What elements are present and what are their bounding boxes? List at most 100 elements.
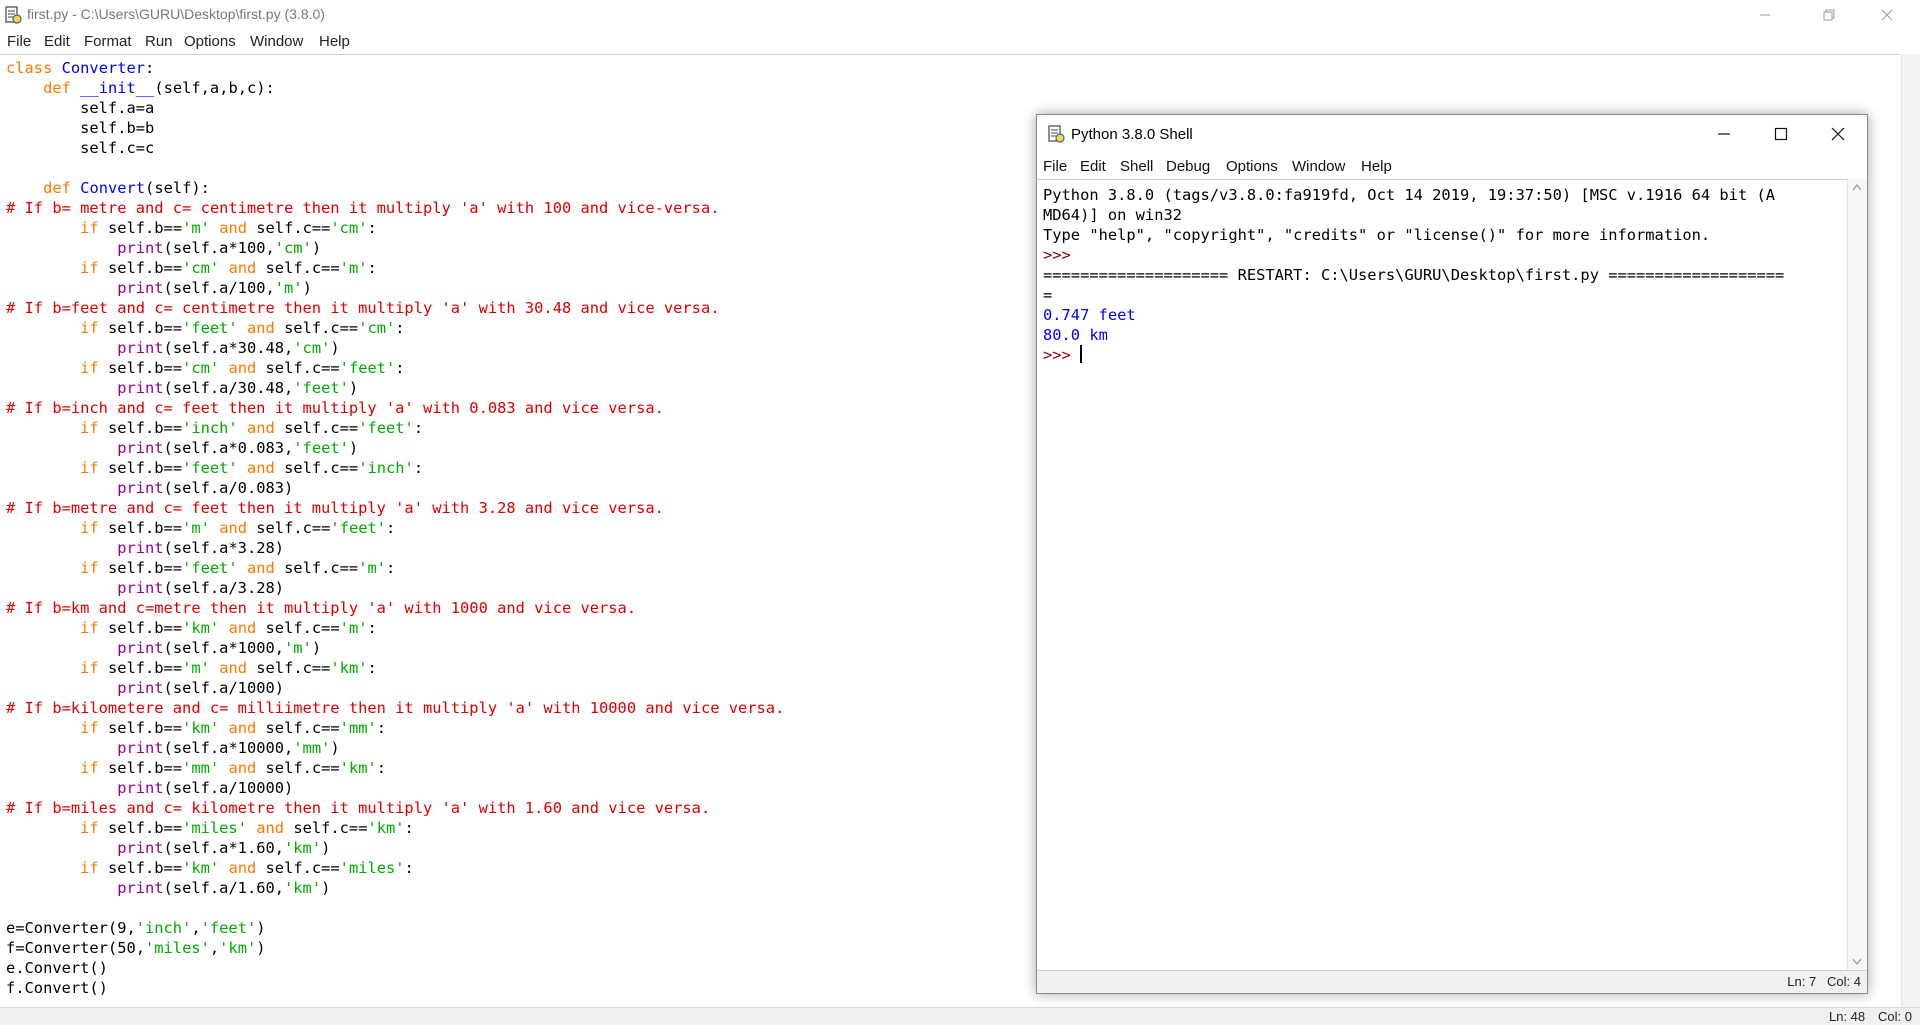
shell-line-number: Ln: 7 <box>1787 974 1817 989</box>
code-line[interactable]: # If b=metre and c= feet then it multipl… <box>6 499 664 517</box>
python-shell-window[interactable]: Python 3.8.0 Shell File Edit Shell Debug… <box>1036 114 1868 994</box>
close-button[interactable] <box>1864 0 1910 30</box>
code-line[interactable]: # If b=km and c=metre then it multiply '… <box>6 599 636 617</box>
code-line[interactable]: # If b= metre and c= centimetre then it … <box>6 199 719 217</box>
code-line[interactable]: print(self.a/30.48,'feet') <box>6 379 358 397</box>
code-line[interactable]: print(self.a*1000,'m') <box>6 639 321 657</box>
editor-window-title: first.py - C:\Users\GURU\Desktop\first.p… <box>27 6 325 22</box>
code-line[interactable]: print(self.a*30.48,'cm') <box>6 339 339 357</box>
code-line[interactable]: print(self.a/1.60,'km') <box>6 879 330 897</box>
code-line[interactable]: if self.b=='feet' and self.c=='cm': <box>6 319 404 337</box>
python-shell-icon <box>1048 125 1065 143</box>
code-line[interactable]: # If b=feet and c= centimetre then it mu… <box>6 299 719 317</box>
code-line[interactable]: if self.b=='m' and self.c=='feet': <box>6 519 395 537</box>
shell-console[interactable]: Python 3.8.0 (tags/v3.8.0:fa919fd, Oct 1… <box>1043 185 1784 365</box>
editor-menu-bar: File Edit Format Run Options Window Help <box>0 30 1920 54</box>
shell-prompt: >>> <box>1043 246 1081 264</box>
minimize-button[interactable] <box>1742 0 1788 30</box>
code-line[interactable]: if self.b=='m' and self.c=='cm': <box>6 219 377 237</box>
scroll-up-arrow-icon[interactable] <box>1852 183 1862 191</box>
code-line[interactable]: # If b=miles and c= kilometre then it mu… <box>6 799 710 817</box>
code-line[interactable]: class Converter: <box>6 59 154 77</box>
code-line[interactable]: print(self.a/10000) <box>6 779 293 797</box>
editor-scrollbar[interactable] <box>1901 54 1920 1008</box>
shell-menu-shell[interactable]: Shell <box>1120 158 1153 175</box>
code-line[interactable]: self.b=b <box>6 119 154 137</box>
editor-line-number: Ln: 48 <box>1829 1009 1866 1024</box>
shell-title-bar[interactable]: Python 3.8.0 Shell <box>1037 115 1867 153</box>
shell-menu-file[interactable]: File <box>1043 158 1067 175</box>
code-line[interactable]: print(self.a*3.28) <box>6 539 284 557</box>
code-line[interactable]: print(self.a/100,'m') <box>6 279 312 297</box>
menu-file[interactable]: File <box>7 33 31 50</box>
menu-options[interactable]: Options <box>184 33 236 50</box>
shell-banner-line-3: Type "help", "copyright", "credits" or "… <box>1043 226 1711 244</box>
close-icon <box>1831 127 1845 141</box>
shell-menu-bar: File Edit Shell Debug Options Window Hel… <box>1037 153 1867 179</box>
code-line[interactable]: print(self.a/1000) <box>6 679 284 697</box>
shell-status-position: Ln: 7 Col: 4 <box>1787 974 1861 989</box>
code-line[interactable]: f.Convert() <box>6 979 108 997</box>
shell-output-line: 80.0 km <box>1043 326 1108 344</box>
minimize-icon <box>1760 14 1770 16</box>
code-line[interactable]: print(self.a*10000,'mm') <box>6 739 339 757</box>
code-line[interactable]: e.Convert() <box>6 959 108 977</box>
shell-menu-edit[interactable]: Edit <box>1080 158 1106 175</box>
code-line[interactable]: print(self.a*1.60,'km') <box>6 839 330 857</box>
shell-banner-line-1: Python 3.8.0 (tags/v3.8.0:fa919fd, Oct 1… <box>1043 186 1776 204</box>
code-line[interactable]: if self.b=='inch' and self.c=='feet': <box>6 419 423 437</box>
shell-menu-options[interactable]: Options <box>1226 158 1278 175</box>
code-line[interactable]: if self.b=='feet' and self.c=='m': <box>6 559 395 577</box>
restore-icon <box>1823 9 1835 21</box>
code-line[interactable]: if self.b=='cm' and self.c=='feet': <box>6 359 404 377</box>
restore-button[interactable] <box>1806 0 1852 30</box>
shell-banner-line-2: MD64)] on win32 <box>1043 206 1182 224</box>
minimize-icon <box>1718 133 1730 135</box>
menu-edit[interactable]: Edit <box>44 33 70 50</box>
scroll-down-arrow-icon[interactable] <box>1852 958 1862 966</box>
code-line[interactable]: # If b=kilometere and c= milliimetre the… <box>6 699 784 717</box>
idle-file-icon <box>5 6 22 24</box>
shell-close-button[interactable] <box>1809 115 1867 153</box>
code-line[interactable]: if self.b=='cm' and self.c=='m': <box>6 259 377 277</box>
shell-restart-line-wrap: = <box>1043 286 1053 304</box>
shell-maximize-button[interactable] <box>1752 115 1810 153</box>
shell-window-title: Python 3.8.0 Shell <box>1071 126 1193 143</box>
editor-column-number: Col: 0 <box>1878 1009 1912 1024</box>
menu-help[interactable]: Help <box>319 33 350 50</box>
menu-window[interactable]: Window <box>250 33 303 50</box>
shell-scrollbar[interactable] <box>1847 179 1867 970</box>
code-line[interactable]: # If b=inch and c= feet then it multiply… <box>6 399 664 417</box>
code-line[interactable]: if self.b=='mm' and self.c=='km': <box>6 759 386 777</box>
code-line[interactable]: def Convert(self): <box>6 179 210 197</box>
close-icon <box>1881 9 1893 21</box>
shell-menu-window[interactable]: Window <box>1292 158 1345 175</box>
code-line[interactable]: f=Converter(50,'miles','km') <box>6 939 266 957</box>
code-line[interactable]: if self.b=='km' and self.c=='mm': <box>6 719 386 737</box>
code-line[interactable]: if self.b=='km' and self.c=='miles': <box>6 859 414 877</box>
code-line[interactable]: self.c=c <box>6 139 154 157</box>
shell-menu-debug[interactable]: Debug <box>1166 158 1210 175</box>
source-code[interactable]: class Converter: def __init__(self,a,b,c… <box>6 58 784 998</box>
editor-status-bar: Ln: 48 Col: 0 <box>0 1007 1920 1025</box>
editor-title-bar[interactable]: first.py - C:\Users\GURU\Desktop\first.p… <box>0 0 1920 30</box>
text-cursor <box>1080 345 1083 363</box>
code-line[interactable]: if self.b=='miles' and self.c=='km': <box>6 819 414 837</box>
shell-menu-help[interactable]: Help <box>1361 158 1392 175</box>
code-line[interactable]: e=Converter(9,'inch','feet') <box>6 919 266 937</box>
code-line[interactable]: if self.b=='feet' and self.c=='inch': <box>6 459 423 477</box>
code-line[interactable]: print(self.a/3.28) <box>6 579 284 597</box>
code-line[interactable]: print(self.a/0.083) <box>6 479 293 497</box>
menu-format[interactable]: Format <box>84 33 132 50</box>
shell-minimize-button[interactable] <box>1695 115 1753 153</box>
shell-restart-line: ==================== RESTART: C:\Users\G… <box>1043 266 1785 284</box>
code-line[interactable]: def __init__(self,a,b,c): <box>6 79 275 97</box>
shell-output-area[interactable]: Python 3.8.0 (tags/v3.8.0:fa919fd, Oct 1… <box>1037 179 1847 971</box>
code-line[interactable]: if self.b=='m' and self.c=='km': <box>6 659 377 677</box>
code-line[interactable]: self.a=a <box>6 99 154 117</box>
code-line[interactable]: if self.b=='km' and self.c=='m': <box>6 619 377 637</box>
code-line[interactable]: print(self.a*0.083,'feet') <box>6 439 358 457</box>
shell-active-prompt: >>> <box>1043 346 1081 364</box>
menu-run[interactable]: Run <box>145 33 173 50</box>
code-line[interactable]: print(self.a*100,'cm') <box>6 239 321 257</box>
